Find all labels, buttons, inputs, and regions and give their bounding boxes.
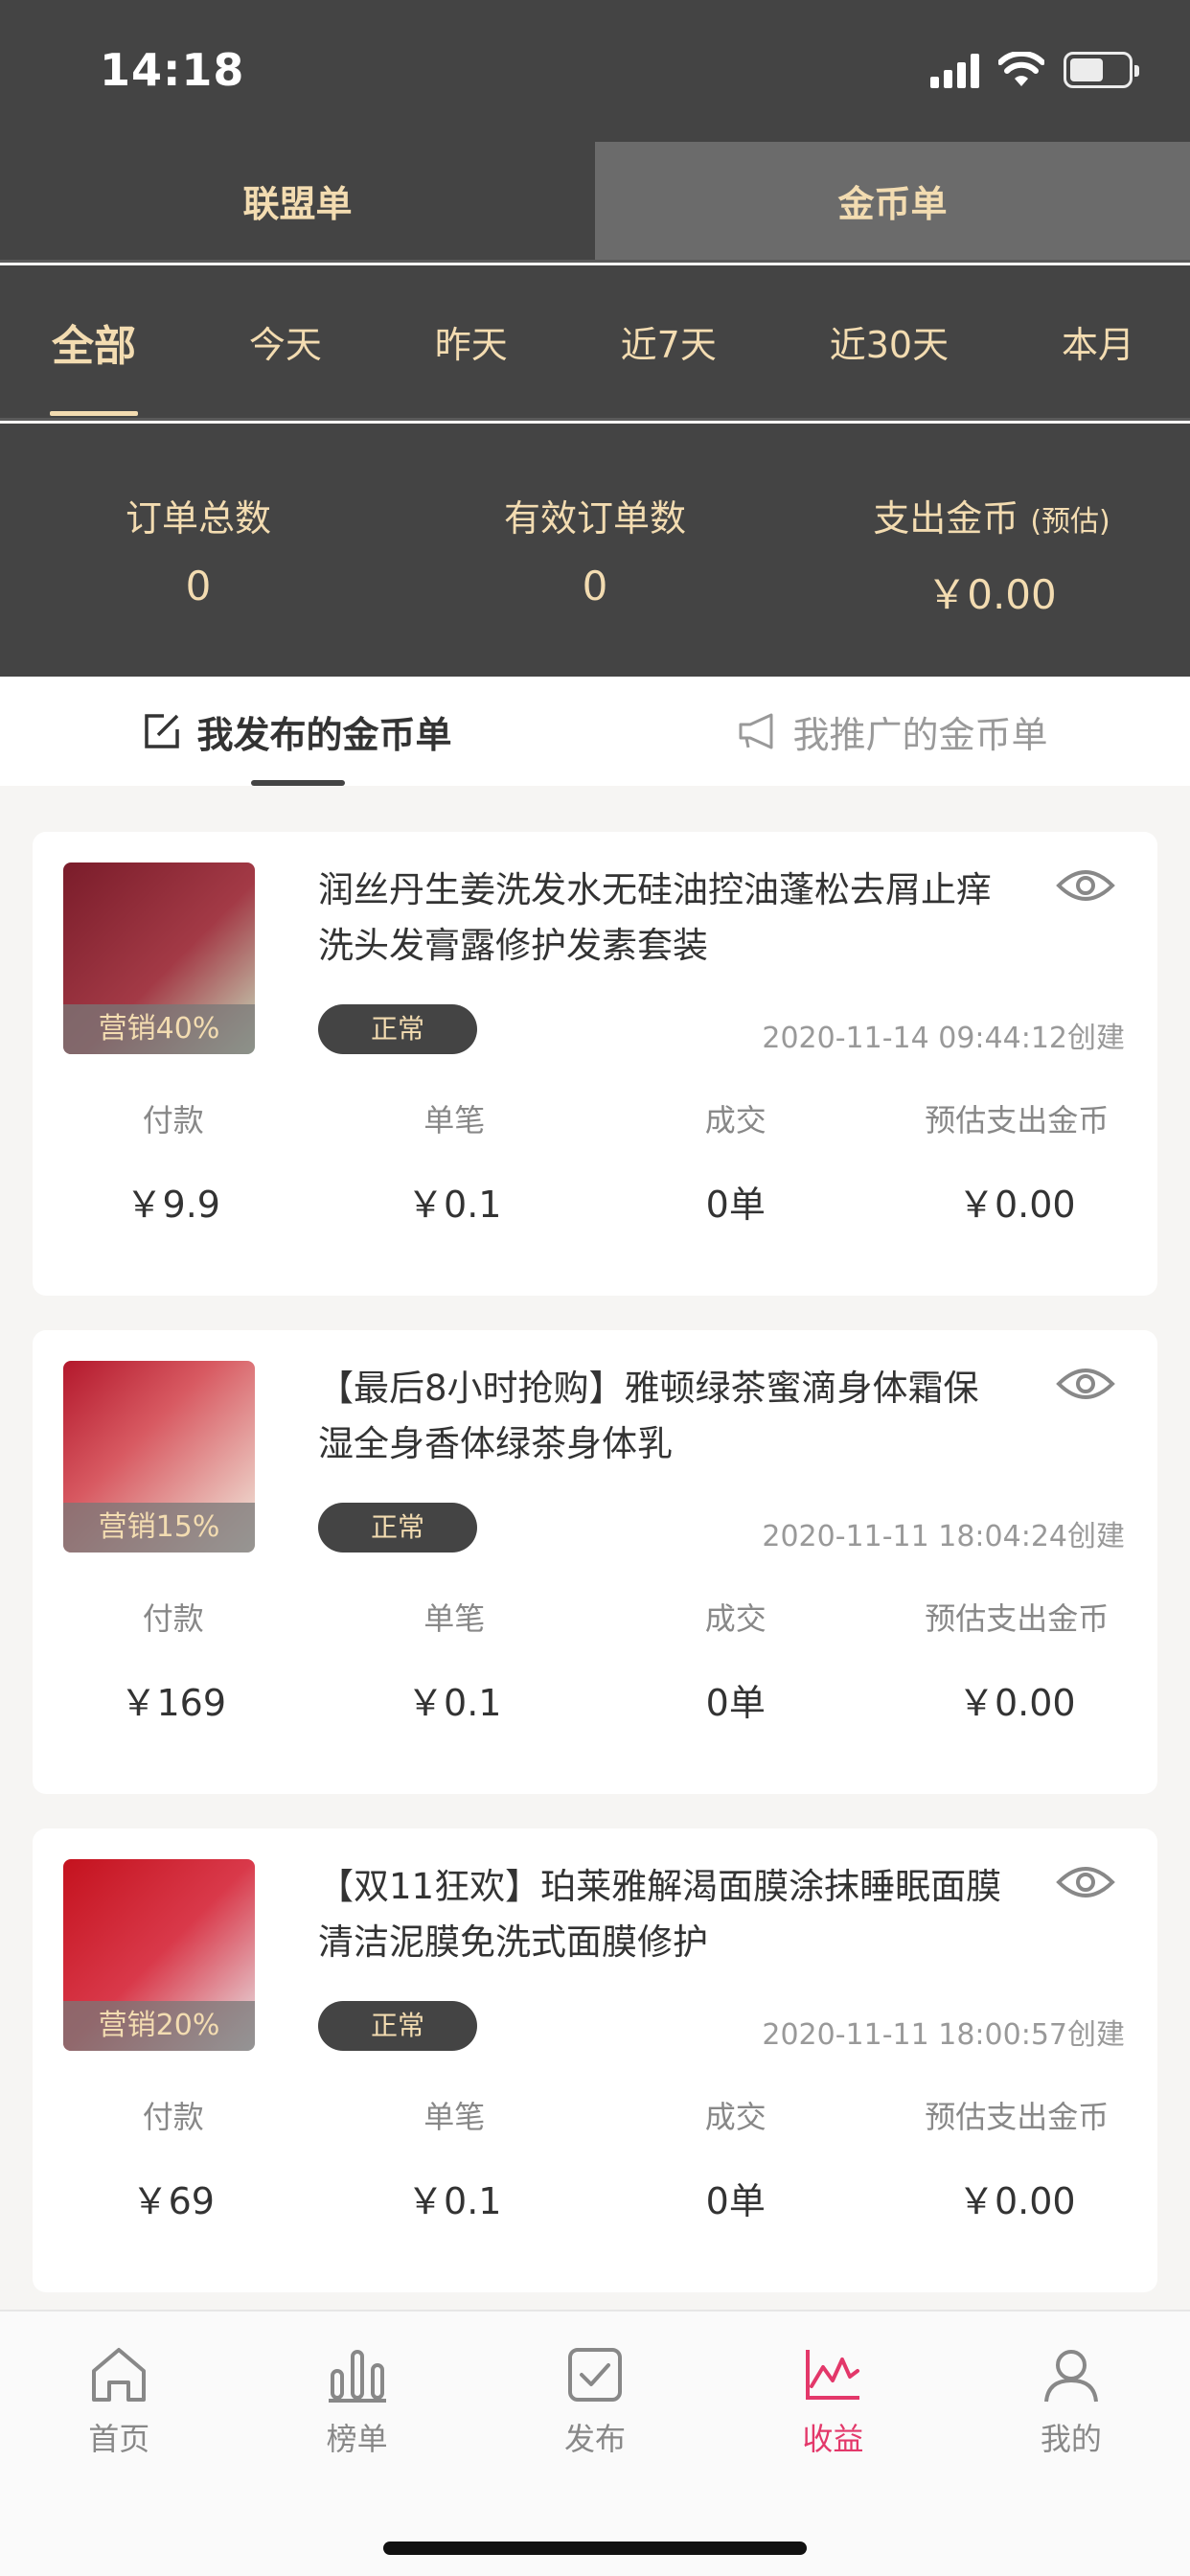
stat-label: 成交 bbox=[704, 1102, 767, 1138]
nav-label: 我的 bbox=[1040, 2421, 1102, 2457]
order-stats: 付款 ￥9.9 单笔 ￥0.1 成交 0单 预估支出金币 ￥0.00 bbox=[33, 1096, 1157, 1228]
status-time: 14:18 bbox=[100, 44, 245, 96]
stat-label: 付款 bbox=[142, 2099, 204, 2135]
period-tab-7days[interactable]: 近7天 bbox=[600, 264, 738, 420]
status-badge: 正常 bbox=[318, 1503, 477, 1552]
stat-value: ￥169 bbox=[120, 1682, 227, 1724]
period-tab-yesterday[interactable]: 昨天 bbox=[414, 264, 529, 420]
wifi-icon bbox=[998, 52, 1044, 86]
summary-label: 有效订单数 bbox=[503, 497, 686, 540]
order-card[interactable]: 营销40% 润丝丹生姜洗发水无硅油控油蓬松去屑止痒洗头发膏露修护发素套装 正常 … bbox=[33, 832, 1157, 1296]
earnings-icon bbox=[806, 2350, 860, 2400]
period-tab-30days[interactable]: 近30天 bbox=[809, 264, 970, 420]
tab-label: 我推广的金币单 bbox=[792, 713, 1048, 756]
stat-value: ￥69 bbox=[131, 2180, 215, 2222]
cellular-signal-icon bbox=[930, 52, 979, 88]
nav-earnings[interactable]: 收益 bbox=[714, 2312, 951, 2494]
product-title: 润丝丹生姜洗发水无硅油控油蓬松去屑止痒洗头发膏露修护发素套装 bbox=[318, 869, 992, 966]
publish-check-icon bbox=[568, 2348, 623, 2402]
nav-mine[interactable]: 我的 bbox=[952, 2312, 1190, 2494]
stat-label: 付款 bbox=[142, 1600, 204, 1637]
eye-icon[interactable] bbox=[1056, 1363, 1115, 1405]
product-thumbnail: 营销15% bbox=[63, 1361, 255, 1552]
promo-badge: 营销40% bbox=[63, 1004, 255, 1054]
stat-label: 付款 bbox=[142, 1102, 204, 1138]
period-tab-month[interactable]: 本月 bbox=[1041, 264, 1156, 420]
nav-home[interactable]: 首页 bbox=[0, 2312, 238, 2494]
edit-icon bbox=[145, 714, 180, 748]
nav-rankings[interactable]: 榜单 bbox=[238, 2312, 475, 2494]
eye-icon[interactable] bbox=[1056, 864, 1115, 907]
tab-alliance-orders[interactable]: 联盟单 bbox=[0, 142, 595, 260]
period-filter-tabs: 全部 今天 昨天 近7天 近30天 本月 bbox=[0, 265, 1190, 421]
stat-label: 预估支出金币 bbox=[925, 1102, 1110, 1138]
sub-tabs: 我发布的金币单 我推广的金币单 bbox=[0, 677, 1190, 786]
promo-badge: 营销20% bbox=[63, 2001, 255, 2051]
tab-coin-orders[interactable]: 金币单 bbox=[595, 142, 1190, 260]
product-thumbnail: 营销20% bbox=[63, 1859, 255, 2051]
created-time: 2020-11-11 18:00:57创建 bbox=[762, 2018, 1125, 2052]
stat-value: 0单 bbox=[705, 1184, 766, 1226]
nav-label: 首页 bbox=[88, 2421, 150, 2457]
status-badge: 正常 bbox=[318, 2001, 477, 2051]
order-card[interactable]: 营销20% 【双11狂欢】珀莱雅解渴面膜涂抹睡眠面膜清洁泥膜免洗式面膜修护 正常… bbox=[33, 1828, 1157, 2292]
created-time: 2020-11-11 18:04:24创建 bbox=[762, 1520, 1125, 1553]
status-bar: 14:18 bbox=[0, 0, 1190, 142]
bottom-nav: 首页 榜单 发布 收益 我的 bbox=[0, 2310, 1190, 2576]
stat-label: 单笔 bbox=[423, 1102, 486, 1138]
promo-badge: 营销15% bbox=[63, 1503, 255, 1552]
stat-label: 单笔 bbox=[423, 2099, 486, 2135]
summary-value: ￥0.00 bbox=[927, 571, 1057, 618]
created-time: 2020-11-14 09:44:12创建 bbox=[762, 1022, 1125, 1055]
product-title: 【双11狂欢】珀莱雅解渴面膜涂抹睡眠面膜清洁泥膜免洗式面膜修护 bbox=[318, 1866, 1002, 1963]
nav-label: 榜单 bbox=[326, 2421, 388, 2457]
summary-label: 支出金币 bbox=[873, 497, 1019, 540]
status-badge: 正常 bbox=[318, 1004, 477, 1054]
stat-value: ￥0.00 bbox=[957, 1682, 1076, 1724]
eye-icon[interactable] bbox=[1056, 1861, 1115, 1903]
summary-note: (预估) bbox=[1030, 505, 1110, 539]
summary-total-orders: 订单总数 0 bbox=[0, 424, 397, 677]
stat-label: 预估支出金币 bbox=[925, 1600, 1110, 1637]
order-type-tabs: 联盟单 金币单 bbox=[0, 142, 1190, 263]
stat-label: 成交 bbox=[704, 2099, 767, 2135]
tab-my-published[interactable]: 我发布的金币单 bbox=[0, 677, 595, 786]
nav-publish[interactable]: 发布 bbox=[476, 2312, 714, 2494]
stat-value: ￥0.00 bbox=[957, 1184, 1076, 1226]
period-tab-all[interactable]: 全部 bbox=[31, 264, 157, 420]
nav-label: 发布 bbox=[564, 2421, 627, 2457]
tab-my-promoted[interactable]: 我推广的金币单 bbox=[595, 677, 1190, 786]
summary-label: 订单总数 bbox=[125, 497, 271, 540]
summary-panel: 订单总数 0 有效订单数 0 支出金币 (预估) ￥0.00 bbox=[0, 424, 1190, 677]
stat-value: ￥0.00 bbox=[957, 2180, 1076, 2222]
stat-label: 成交 bbox=[704, 1600, 767, 1637]
stat-value: ￥0.1 bbox=[407, 2180, 502, 2222]
product-thumbnail: 营销40% bbox=[63, 862, 255, 1054]
order-stats: 付款 ￥169 单笔 ￥0.1 成交 0单 预估支出金币 ￥0.00 bbox=[33, 1595, 1157, 1726]
period-tab-today[interactable]: 今天 bbox=[228, 264, 343, 420]
nav-label: 收益 bbox=[802, 2421, 864, 2457]
order-stats: 付款 ￥69 单笔 ￥0.1 成交 0单 预估支出金币 ￥0.00 bbox=[33, 2093, 1157, 2224]
home-icon bbox=[92, 2348, 147, 2402]
summary-valid-orders: 有效订单数 0 bbox=[397, 424, 793, 677]
chart-bars-icon bbox=[328, 2350, 386, 2403]
stat-label: 单笔 bbox=[423, 1600, 486, 1637]
battery-icon bbox=[1064, 52, 1139, 88]
product-title: 【最后8小时抢购】雅顿绿茶蜜滴身体霜保湿全身香体绿茶身体乳 bbox=[318, 1368, 979, 1464]
user-icon bbox=[1043, 2350, 1098, 2403]
order-card[interactable]: 营销15% 【最后8小时抢购】雅顿绿茶蜜滴身体霜保湿全身香体绿茶身体乳 正常 2… bbox=[33, 1330, 1157, 1794]
stat-value: ￥0.1 bbox=[407, 1184, 502, 1226]
tab-label: 我发布的金币单 bbox=[196, 713, 452, 756]
megaphone-icon bbox=[739, 713, 773, 749]
home-indicator[interactable] bbox=[383, 2542, 807, 2555]
stat-value: 0单 bbox=[705, 1682, 766, 1724]
summary-value: 0 bbox=[185, 563, 212, 610]
summary-value: 0 bbox=[582, 563, 608, 610]
stat-value: 0单 bbox=[705, 2180, 766, 2222]
summary-coin-expense: 支出金币 (预估) ￥0.00 bbox=[793, 424, 1190, 677]
stat-label: 预估支出金币 bbox=[925, 2099, 1110, 2135]
stat-value: ￥9.9 bbox=[126, 1184, 220, 1226]
stat-value: ￥0.1 bbox=[407, 1682, 502, 1724]
